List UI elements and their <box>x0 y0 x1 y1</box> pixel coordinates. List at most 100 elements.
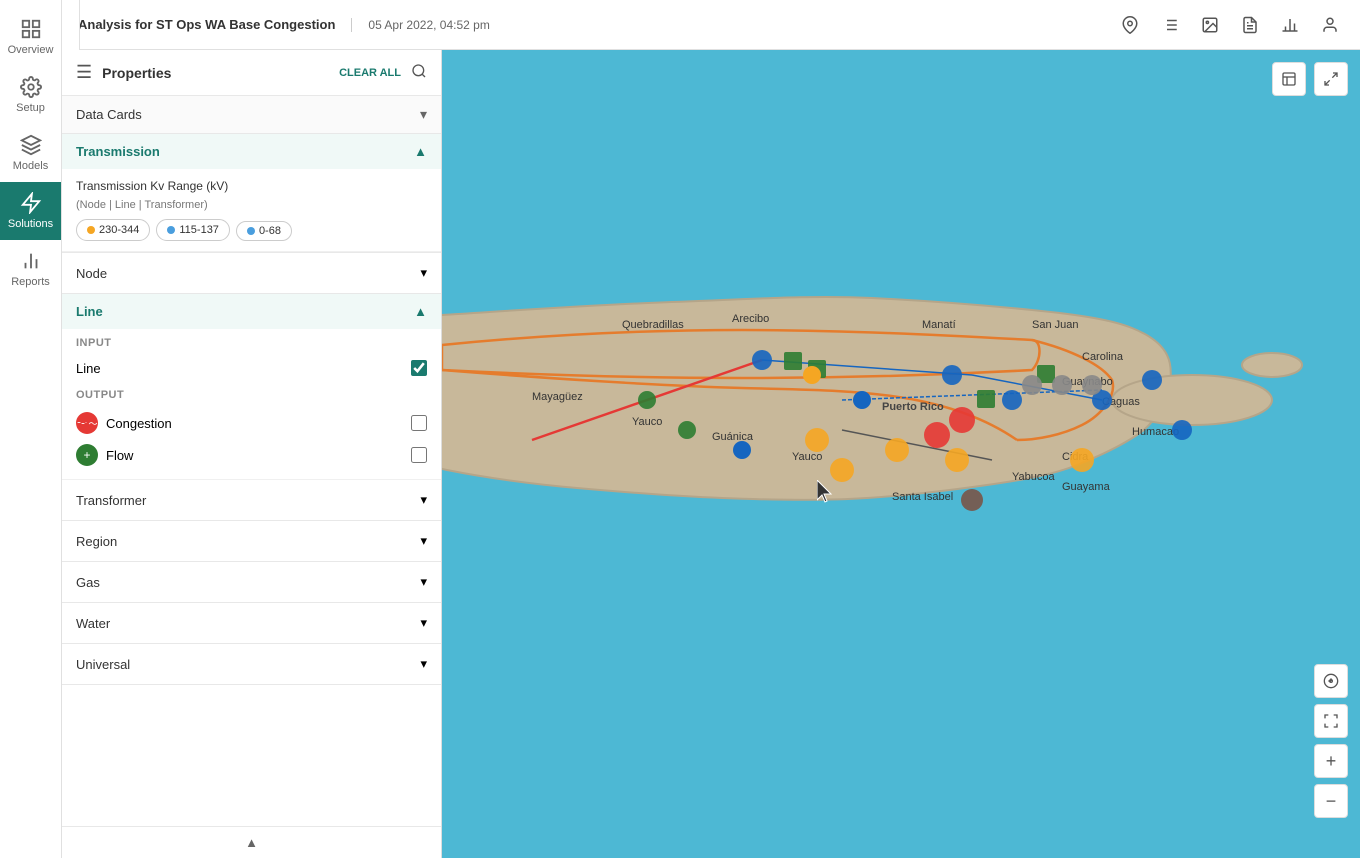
line-title: Line <box>76 304 103 319</box>
transformer-section: Transformer ▾ <box>62 480 441 521</box>
congestion-label: Congestion <box>106 416 172 431</box>
svg-text:Quebradillas: Quebradillas <box>622 319 684 331</box>
svg-text:Yauco: Yauco <box>632 416 662 428</box>
svg-text:Mayagüez: Mayagüez <box>532 391 583 403</box>
gas-chevron: ▾ <box>420 574 427 590</box>
node-header[interactable]: Node ▾ <box>62 253 441 293</box>
congestion-checkbox[interactable] <box>411 415 427 431</box>
kv-dot-orange <box>87 226 95 234</box>
water-section: Water ▾ <box>62 603 441 644</box>
transformer-header[interactable]: Transformer ▾ <box>62 480 441 520</box>
flow-icon: + <box>76 444 98 466</box>
kv-tag-115-137[interactable]: 115-137 <box>156 219 230 241</box>
chart-icon[interactable] <box>1276 11 1304 39</box>
region-section: Region ▾ <box>62 521 441 562</box>
map-layers-button[interactable] <box>1272 62 1306 96</box>
input-label: INPUT <box>76 337 427 349</box>
region-header[interactable]: Region ▾ <box>62 521 441 561</box>
location-icon[interactable] <box>1116 11 1144 39</box>
line-input-left: Line <box>76 361 101 376</box>
kv-range-label: Transmission Kv Range (kV) <box>76 179 427 193</box>
header-left: Analysis for ST Ops WA Base Congestion 0… <box>78 17 490 32</box>
gas-label: Gas <box>76 575 100 590</box>
congestion-left: 〜 Congestion <box>76 412 172 434</box>
sidebar-item-reports[interactable]: Reports <box>0 240 61 298</box>
svg-text:Guayama: Guayama <box>1062 481 1111 493</box>
line-input-checkbox[interactable] <box>411 360 427 376</box>
line-chevron: ▲ <box>414 304 427 319</box>
kv-dot-blue <box>167 226 175 234</box>
gas-header[interactable]: Gas ▾ <box>62 562 441 602</box>
clear-all-button[interactable]: CLEAR ALL <box>339 67 401 79</box>
transmission-chevron: ▲ <box>414 144 427 159</box>
line-input-label: Line <box>76 361 101 376</box>
analysis-label: Analysis for ST Ops WA Base Congestion <box>78 17 335 32</box>
congestion-icon: 〜 <box>76 412 98 434</box>
header-icons <box>1116 11 1344 39</box>
flow-row: + Flow <box>76 439 427 471</box>
document-icon[interactable] <box>1236 11 1264 39</box>
water-header[interactable]: Water ▾ <box>62 603 441 643</box>
kv-tag-0-68[interactable]: 0-68 <box>236 221 292 241</box>
kv-dot-blue2 <box>247 227 255 235</box>
region-label: Region <box>76 534 117 549</box>
line-section: Line ▲ INPUT Line OUTPUT <box>62 294 441 480</box>
map-area[interactable]: Quebradillas Arecibo Manatí San Juan Car… <box>62 50 1360 858</box>
transmission-title: Transmission <box>76 144 160 159</box>
main-content: Analysis for ST Ops WA Base Congestion 0… <box>62 0 1360 858</box>
region-chevron: ▾ <box>420 533 427 549</box>
map-top-right-controls <box>1272 62 1348 96</box>
sidebar-item-overview[interactable]: Overview <box>0 8 61 66</box>
gas-section: Gas ▾ <box>62 562 441 603</box>
sidebar-item-models[interactable]: Models <box>0 124 61 182</box>
zoom-out-button[interactable]: − <box>1314 784 1348 818</box>
svg-text:Yabucoa: Yabucoa <box>1012 471 1055 483</box>
kv-range-section: Transmission Kv Range (kV) (Node | Line … <box>62 169 441 252</box>
svg-text:Yauco: Yauco <box>792 451 822 463</box>
map-bottom-right-controls: + − <box>1314 664 1348 818</box>
data-cards-label: Data Cards <box>76 107 142 122</box>
flow-checkbox[interactable] <box>411 447 427 463</box>
kv-range-sublabel: (Node | Line | Transformer) <box>76 199 427 211</box>
node-chevron: ▾ <box>420 265 427 281</box>
data-cards-section[interactable]: Data Cards ▾ <box>62 96 441 134</box>
crosshair-button[interactable] <box>1314 664 1348 698</box>
sidebar-item-solutions[interactable]: Solutions <box>0 182 61 240</box>
output-label: OUTPUT <box>76 389 427 401</box>
flow-left: + Flow <box>76 444 133 466</box>
kv-tag-230-344[interactable]: 230-344 <box>76 219 150 241</box>
universal-chevron: ▾ <box>420 656 427 672</box>
fullscreen-button[interactable] <box>1314 704 1348 738</box>
svg-text:San Juan: San Juan <box>1032 319 1078 331</box>
sidebar-item-setup[interactable]: Setup <box>0 66 61 124</box>
svg-text:Humacao: Humacao <box>1132 426 1179 438</box>
panel-title: Properties <box>102 65 329 81</box>
universal-header[interactable]: Universal ▾ <box>62 644 441 684</box>
line-input-row: Line <box>76 355 427 381</box>
panel-header: ☰ Properties CLEAR ALL <box>62 50 441 96</box>
image-icon[interactable] <box>1196 11 1224 39</box>
list-icon[interactable] <box>1156 11 1184 39</box>
data-cards-chevron: ▾ <box>420 106 427 123</box>
line-body: INPUT Line OUTPUT <box>62 329 441 479</box>
panel-scroll-up[interactable]: ▲ <box>62 826 441 858</box>
map-expand-button[interactable] <box>1314 62 1348 96</box>
menu-icon[interactable]: ☰ <box>76 62 92 83</box>
flow-label: Flow <box>106 448 133 463</box>
kv-tags: 230-344 115-137 0-68 <box>76 219 427 241</box>
header-date: 05 Apr 2022, 04:52 pm <box>351 18 489 32</box>
search-icon[interactable] <box>411 63 427 82</box>
header-bar: Analysis for ST Ops WA Base Congestion 0… <box>62 0 1360 50</box>
line-header[interactable]: Line ▲ <box>62 294 441 329</box>
left-sidebar: Overview Setup Models Solutions Reports <box>0 0 62 858</box>
transmission-section: Transmission ▲ Transmission Kv Range (kV… <box>62 134 441 253</box>
svg-text:Guánica: Guánica <box>712 431 754 443</box>
person-icon[interactable] <box>1316 11 1344 39</box>
zoom-in-button[interactable]: + <box>1314 744 1348 778</box>
node-section: Node ▾ <box>62 253 441 294</box>
water-label: Water <box>76 616 110 631</box>
panel-body: Data Cards ▾ Transmission ▲ Transmission… <box>62 96 441 826</box>
transformer-chevron: ▾ <box>420 492 427 508</box>
transmission-header[interactable]: Transmission ▲ <box>62 134 441 169</box>
universal-section: Universal ▾ <box>62 644 441 685</box>
